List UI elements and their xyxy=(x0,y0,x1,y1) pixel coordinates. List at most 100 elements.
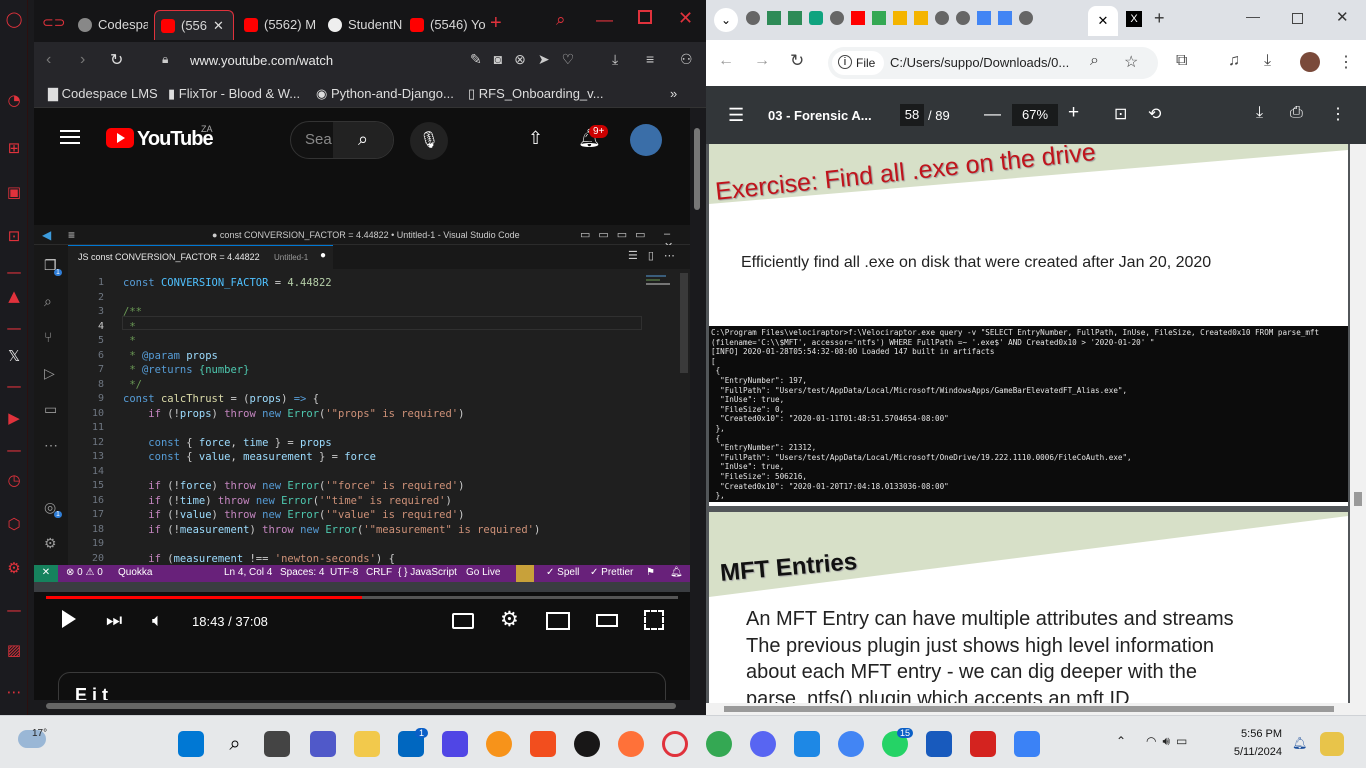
progress-bar[interactable] xyxy=(46,596,678,599)
easy-setup-icon[interactable]: ≡ xyxy=(646,51,654,67)
search-icon[interactable]: ⌕ xyxy=(44,293,52,310)
back-button[interactable]: ← xyxy=(718,52,734,70)
reload-button[interactable]: ↻ xyxy=(110,50,123,70)
minimap[interactable] xyxy=(646,273,676,303)
run-debug-icon[interactable]: ▷ xyxy=(44,365,55,382)
discord-icon[interactable] xyxy=(750,731,776,757)
page-scrollbar[interactable] xyxy=(694,128,700,210)
forward-button[interactable]: → xyxy=(754,52,770,70)
miniplayer-icon[interactable] xyxy=(546,612,570,630)
search-input[interactable]: Sea xyxy=(305,131,332,148)
settings-icon[interactable]: ⚙ xyxy=(500,607,519,632)
voice-search-icon[interactable]: 🎙︎ xyxy=(410,122,448,160)
address-bar[interactable]: www.youtube.com/watch xyxy=(190,53,333,68)
manage-gear-icon[interactable]: ⚙ xyxy=(44,535,57,552)
chrome-icon[interactable] xyxy=(706,731,732,757)
find-icon[interactable]: ⌕ xyxy=(1090,52,1099,70)
minimize-button[interactable]: — xyxy=(1246,8,1260,24)
bookmarks-more-button[interactable]: » xyxy=(670,86,677,101)
reload-button[interactable]: ↻ xyxy=(790,51,804,71)
volume-icon[interactable]: 🔈︎ xyxy=(152,610,163,631)
history-icon[interactable]: ◷ xyxy=(4,470,24,490)
close-active-tab-icon[interactable]: ✕ xyxy=(1088,6,1118,36)
upload-icon[interactable]: ⇧ xyxy=(528,128,543,149)
eol-status[interactable]: CRLF xyxy=(366,567,392,578)
player-icon[interactable]: ▶ xyxy=(4,408,24,428)
omnibox[interactable]: i File C:/Users/suppo/Downloads/0... ⌕ ☆ xyxy=(828,47,1158,79)
downloads-icon[interactable]: ⤓ xyxy=(1264,52,1271,70)
copilot-icon[interactable] xyxy=(1320,732,1344,756)
bookmark-python[interactable]: ◉ Python-and-Django... xyxy=(316,86,454,102)
horizontal-scrollbar[interactable] xyxy=(34,700,706,712)
search-tabs-icon[interactable]: ⌕ xyxy=(556,10,566,30)
problems-status[interactable]: ⊗ 0 ⚠ 0 xyxy=(66,567,103,578)
new-tab-button[interactable]: + xyxy=(490,12,502,35)
teams-icon[interactable] xyxy=(310,731,336,757)
source-control-icon[interactable]: ⑂ xyxy=(44,329,52,345)
task-view-icon[interactable] xyxy=(264,731,290,757)
page-number-input[interactable]: 58 xyxy=(900,104,924,126)
extensions-icon[interactable]: ⧉ xyxy=(1176,52,1187,70)
profile-avatar[interactable] xyxy=(1300,52,1320,72)
chrome-menu-icon[interactable]: ⋮ xyxy=(1338,52,1354,72)
tray-overflow-icon[interactable]: ⌃ xyxy=(1116,734,1126,748)
close-window-button[interactable]: ✕ xyxy=(678,8,693,29)
site-info-chip[interactable]: i File xyxy=(832,51,884,75)
feedback-icon[interactable]: ⚑ xyxy=(646,567,655,578)
x-icon[interactable]: 𝕏 xyxy=(4,346,24,366)
menu-icon[interactable] xyxy=(60,130,80,144)
maximize-button[interactable] xyxy=(638,10,652,24)
language-mode[interactable]: { } JavaScript xyxy=(398,567,457,578)
figma-icon[interactable] xyxy=(530,731,556,757)
back-button[interactable]: ‹ xyxy=(46,51,51,69)
acrobat-icon[interactable] xyxy=(970,731,996,757)
file-explorer-icon[interactable] xyxy=(354,731,380,757)
twitch-icon[interactable]: ▣ xyxy=(4,182,24,202)
clock-app-icon[interactable] xyxy=(794,731,820,757)
shopping-icon[interactable]: ⊞ xyxy=(4,138,24,158)
pinned-tab-favicons[interactable] xyxy=(746,11,1086,29)
copilot-icon[interactable] xyxy=(516,565,534,582)
notification-bell-icon[interactable]: 🔔︎ xyxy=(1292,736,1307,750)
pdf-viewer[interactable]: Exercise: Find all .exe on the drive Eff… xyxy=(706,144,1366,706)
profile-icon[interactable]: ⚇ xyxy=(680,51,693,68)
subtitles-icon[interactable] xyxy=(452,613,474,629)
remote-explorer-icon[interactable]: ▭ xyxy=(44,401,57,418)
prettier-status[interactable]: ✓ Prettier xyxy=(590,567,633,578)
tab-youtube-3[interactable]: (5546) Yo xyxy=(404,10,488,40)
fit-page-icon[interactable]: ⊡ xyxy=(1114,104,1127,124)
bookmark-star-icon[interactable]: ☆ xyxy=(1124,52,1138,72)
encoding-status[interactable]: UTF-8 xyxy=(330,567,358,578)
network-volume-battery-icons[interactable]: ◠🔊︎▭ xyxy=(1146,734,1193,749)
quokka-status[interactable]: Quokka xyxy=(118,567,152,578)
address-actions[interactable]: ✎◙⊗➤♡ xyxy=(470,51,586,68)
forward-button[interactable]: › xyxy=(80,51,85,69)
indentation-status[interactable]: Spaces: 4 xyxy=(280,567,324,578)
tab-youtube-2[interactable]: (5562) M xyxy=(238,10,320,40)
play-button[interactable] xyxy=(62,610,76,628)
speed-dial-icon[interactable]: ◔ xyxy=(4,90,24,110)
gallery-icon[interactable]: ▨ xyxy=(4,640,24,660)
zoom-out-button[interactable]: — xyxy=(984,104,1001,124)
workspace-icon[interactable]: ⊂⊃ xyxy=(42,14,65,30)
opera-icon[interactable] xyxy=(662,731,688,757)
tab-codespace[interactable]: Codespa xyxy=(72,10,148,40)
pdf-scrollbar[interactable] xyxy=(1350,144,1366,706)
zoom-level-input[interactable]: 67% xyxy=(1012,104,1058,126)
settings-icon[interactable]: ⚙ xyxy=(4,558,24,578)
bitcoin-icon[interactable] xyxy=(486,731,512,757)
avatar[interactable] xyxy=(630,124,662,156)
clock-date[interactable]: 5/11/2024 xyxy=(1226,746,1282,758)
bell-icon[interactable]: 🔔︎ xyxy=(670,567,683,578)
firefox-icon[interactable] xyxy=(618,731,644,757)
x-tab-favicon-icon[interactable]: X xyxy=(1126,11,1142,27)
cursor-position[interactable]: Ln 4, Col 4 xyxy=(224,567,272,578)
download-icon[interactable]: ⤓ xyxy=(1256,104,1263,122)
start-button[interactable] xyxy=(178,731,204,757)
aria-icon[interactable]: ▲ xyxy=(4,286,24,306)
url-text[interactable]: C:/Users/suppo/Downloads/0... xyxy=(890,55,1069,70)
rotate-icon[interactable]: ⟲ xyxy=(1148,104,1161,124)
search-icon[interactable]: ⌕ xyxy=(222,731,248,757)
bookmark-flixtor[interactable]: ▮ FlixTor - Blood & W... xyxy=(168,86,300,102)
close-tab-icon[interactable]: ✕ xyxy=(213,11,224,40)
